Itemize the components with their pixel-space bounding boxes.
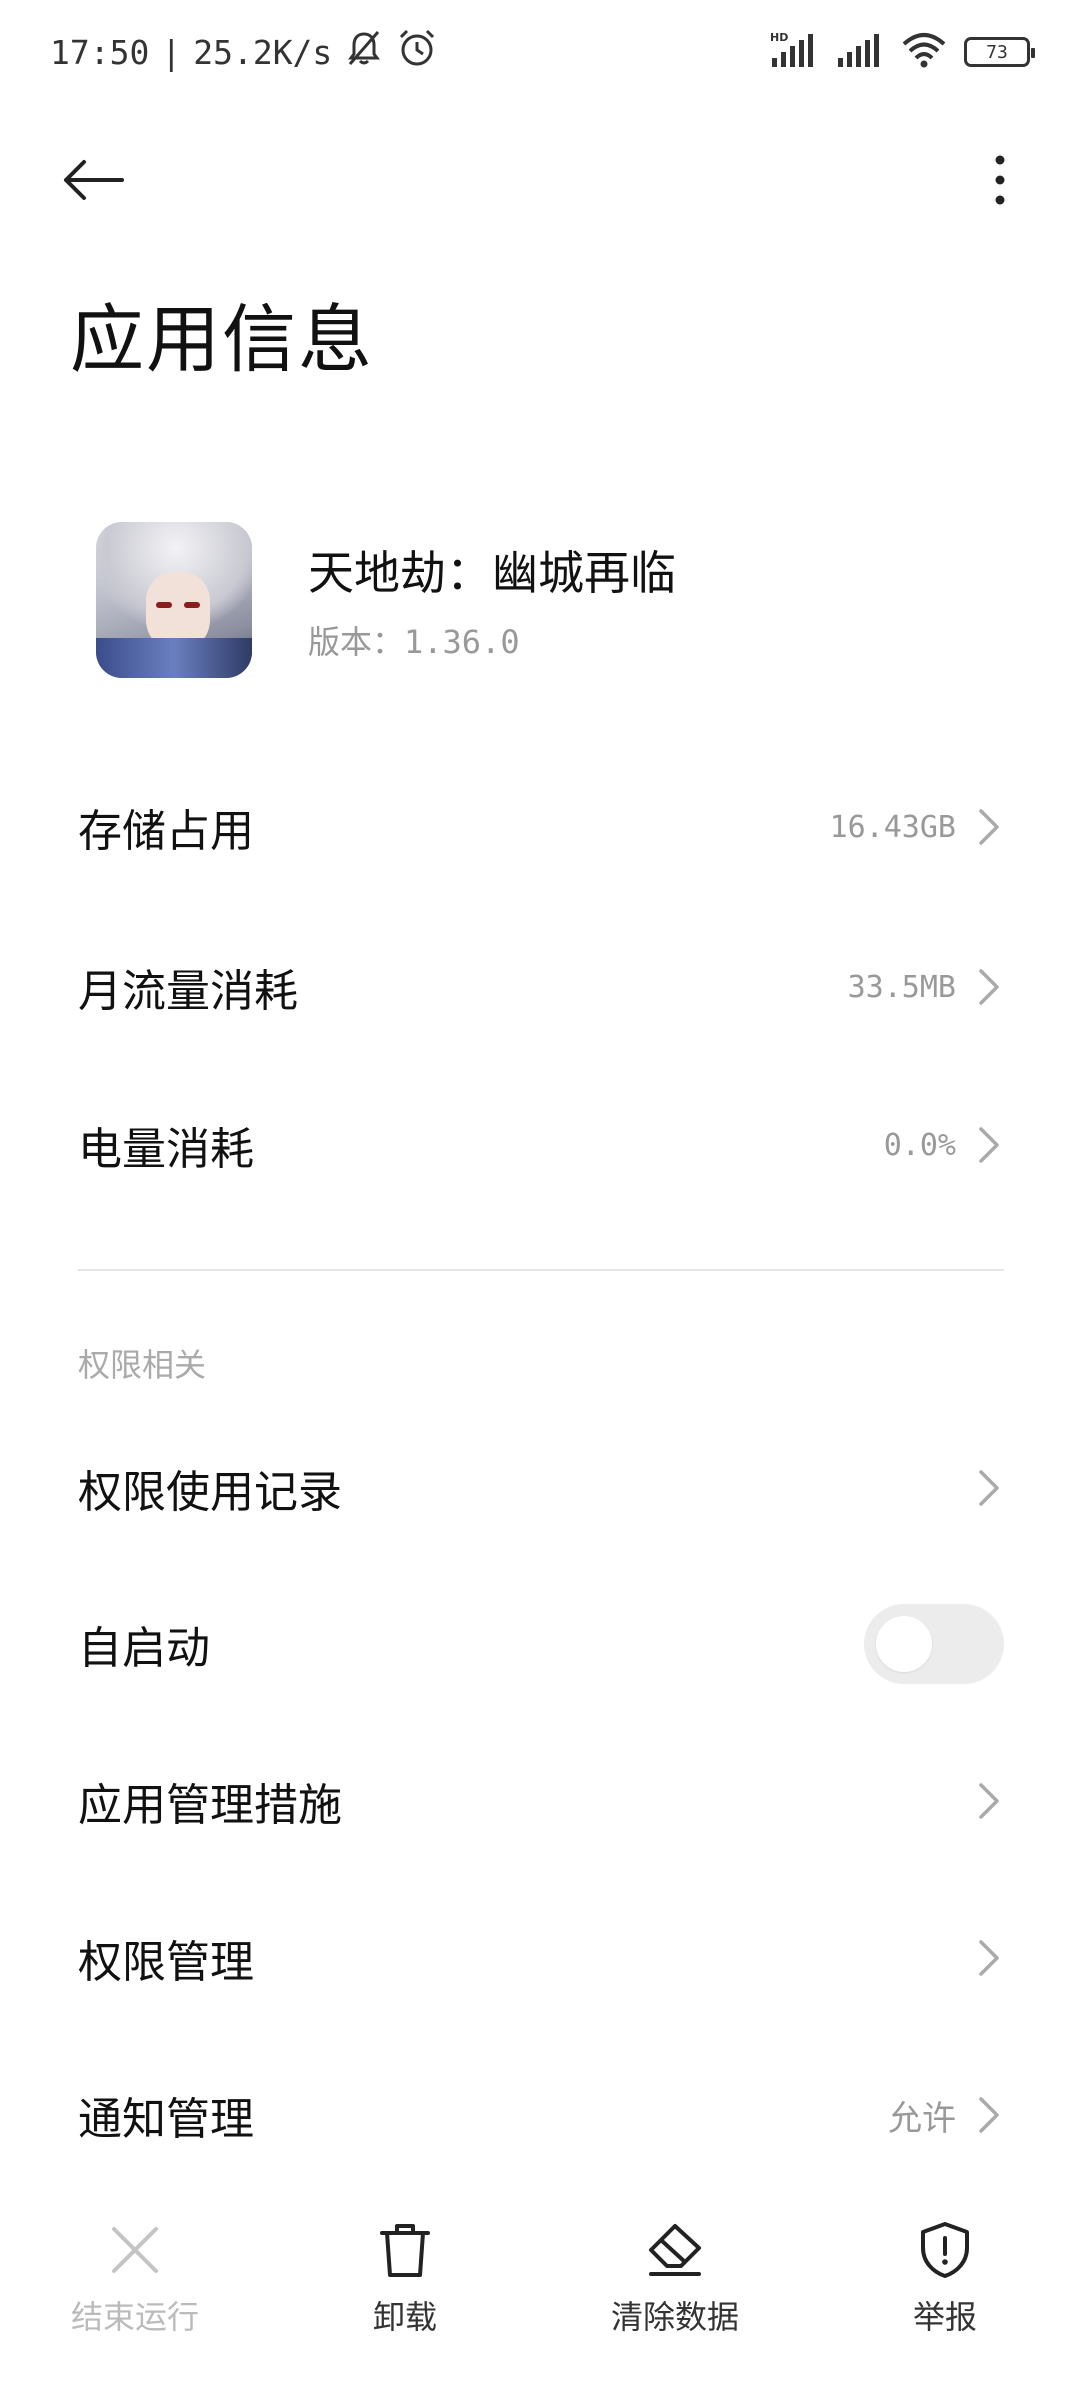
- uninstall-button[interactable]: 卸载: [270, 2220, 540, 2370]
- permission-management-row[interactable]: 权限管理: [78, 1903, 1004, 2013]
- clear-data-label: 清除数据: [610, 2298, 739, 2336]
- network-speed: 25.2K/s: [193, 32, 333, 72]
- permission-record-row[interactable]: 权限使用记录: [78, 1433, 1004, 1543]
- bell-muted-icon: [344, 28, 384, 76]
- battery-usage-row[interactable]: 电量消耗 0.0%: [78, 1090, 1004, 1200]
- autostart-row: 自启动: [78, 1589, 1004, 1699]
- storage-row[interactable]: 存储占用 16.43GB: [78, 772, 1004, 882]
- notification-label: 通知管理: [78, 2094, 254, 2145]
- app-header: 天地劫：幽城再临 版本：1.36.0: [96, 520, 996, 680]
- autostart-toggle[interactable]: [864, 1604, 1004, 1684]
- permissions-section-label: 权限相关: [78, 1346, 207, 1384]
- uninstall-label: 卸载: [372, 2298, 437, 2336]
- data-usage-label: 月流量消耗: [78, 966, 298, 1017]
- notification-value: 允许: [888, 2098, 956, 2139]
- chevron-right-icon: [974, 2093, 1004, 2137]
- data-usage-row[interactable]: 月流量消耗 33.5MB: [78, 932, 1004, 1042]
- permission-record-label: 权限使用记录: [78, 1467, 342, 1518]
- alarm-icon: [396, 27, 438, 77]
- chevron-right-icon: [974, 805, 1004, 849]
- toggle-knob: [876, 1616, 932, 1672]
- report-button[interactable]: 举报: [810, 2220, 1080, 2370]
- chevron-right-icon: [974, 1779, 1004, 1823]
- back-arrow-icon: [64, 160, 124, 200]
- trash-icon: [375, 2220, 435, 2280]
- app-version: 版本：1.36.0: [308, 623, 520, 661]
- autostart-label: 自启动: [78, 1623, 210, 1674]
- status-bar: 17:50 | 25.2K/s HD 73: [0, 0, 1080, 100]
- more-vertical-icon: [995, 155, 1005, 205]
- app-texts: 天地劫：幽城再临 版本：1.36.0: [308, 537, 676, 663]
- eraser-icon: [645, 2220, 705, 2280]
- data-usage-value: 33.5MB: [847, 969, 956, 1005]
- close-icon: [105, 2220, 165, 2280]
- svg-text:HD: HD: [770, 31, 788, 44]
- app-management-row[interactable]: 应用管理措施: [78, 1746, 1004, 1856]
- chevron-right-icon: [974, 1123, 1004, 1167]
- page-title: 应用信息: [70, 297, 374, 383]
- force-stop-label: 结束运行: [70, 2298, 199, 2336]
- permission-management-label: 权限管理: [78, 1937, 254, 1988]
- chevron-right-icon: [974, 965, 1004, 1009]
- battery-level: 73: [986, 41, 1008, 63]
- app-name: 天地劫：幽城再临: [308, 546, 676, 600]
- wifi-icon: [900, 30, 948, 74]
- status-left: 17:50 | 25.2K/s: [50, 28, 438, 76]
- force-stop-button[interactable]: 结束运行: [0, 2220, 270, 2370]
- top-bar: [0, 130, 1080, 230]
- battery-icon: 73: [964, 37, 1035, 67]
- report-label: 举报: [912, 2298, 977, 2336]
- status-right: HD 73: [768, 28, 1035, 76]
- signal-icon: [836, 30, 884, 74]
- signal-hd-icon: HD: [768, 30, 820, 74]
- chevron-right-icon: [974, 1466, 1004, 1510]
- app-management-label: 应用管理措施: [78, 1780, 342, 1831]
- status-separator: |: [161, 32, 182, 72]
- battery-usage-label: 电量消耗: [78, 1124, 254, 1175]
- storage-label: 存储占用: [78, 806, 254, 857]
- section-divider: [78, 1269, 1004, 1271]
- status-time: 17:50: [50, 32, 150, 72]
- chevron-right-icon: [974, 1936, 1004, 1980]
- more-options-button[interactable]: [970, 140, 1030, 220]
- clear-data-button[interactable]: 清除数据: [540, 2220, 810, 2370]
- notification-row[interactable]: 通知管理 允许: [78, 2060, 1004, 2170]
- storage-value: 16.43GB: [829, 809, 956, 845]
- back-button[interactable]: [60, 150, 160, 210]
- battery-usage-value: 0.0%: [883, 1127, 956, 1163]
- shield-alert-icon: [915, 2220, 975, 2280]
- bottom-action-bar: 结束运行 卸载 清除数据 举报: [0, 2220, 1080, 2370]
- app-icon: [96, 522, 252, 678]
